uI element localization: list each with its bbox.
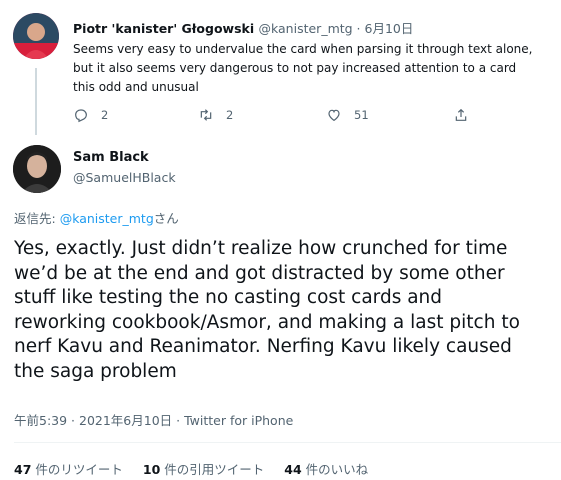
- tweet-line: reworking cookbook/Asmor, and making a l…: [14, 311, 520, 333]
- reply-context: 返信先: @kanister_mtgさん: [14, 208, 179, 227]
- prev-tweet-handle-date[interactable]: @kanister_mtg · 6月10日: [259, 21, 414, 36]
- tweet-text: Yes, exactly. Just didn’t realize how cr…: [14, 237, 554, 384]
- heart-icon: [328, 109, 340, 122]
- avatar-image: [13, 145, 61, 193]
- retweets-label: 件のリツイート: [31, 462, 123, 477]
- tweet-line: Yes, exactly. Just didn’t realize how cr…: [14, 238, 508, 259]
- avatar-image: [13, 13, 59, 59]
- prev-tweet-line: Seems very easy to undervalue the card w…: [73, 42, 533, 56]
- retweet-count: 2: [226, 108, 234, 122]
- reply-to-link[interactable]: @kanister_mtg: [60, 211, 154, 226]
- avatar[interactable]: [13, 145, 61, 193]
- tweet-timestamp[interactable]: 午前5:39 · 2021年6月10日 · Twitter for iPhone: [14, 410, 293, 429]
- quotes-count: 10: [142, 462, 161, 477]
- retweets-stat[interactable]: 47 件のリツイート: [14, 462, 123, 477]
- prev-tweet-line: this odd and unusual: [73, 80, 199, 94]
- author-handle[interactable]: @SamuelHBlack: [73, 170, 176, 185]
- share-icon: [455, 108, 467, 121]
- reply-count: 2: [101, 108, 109, 122]
- reply-icon: [75, 109, 87, 123]
- like-count: 51: [354, 108, 369, 122]
- retweet-button[interactable]: 2: [198, 107, 233, 123]
- reply-button[interactable]: 2: [73, 107, 108, 123]
- quotes-stat[interactable]: 10 件の引用ツイート: [143, 462, 264, 477]
- prev-tweet-author[interactable]: Piotr 'kanister' Głogowski @kanister_mtg…: [73, 18, 413, 37]
- prev-tweet-text: Seems very easy to undervalue the card w…: [73, 40, 553, 97]
- reply-prefix: 返信先:: [14, 211, 60, 226]
- thread-connector-line: [35, 68, 37, 135]
- like-button[interactable]: 51: [326, 107, 369, 123]
- tweet-line: the saga problem: [14, 360, 177, 382]
- share-button[interactable]: [453, 107, 481, 123]
- likes-stat[interactable]: 44 件のいいね: [284, 462, 368, 477]
- prev-tweet-name[interactable]: Piotr 'kanister' Głogowski: [73, 21, 254, 36]
- divider: [14, 442, 561, 443]
- engagement-stats: 47 件のリツイート 10 件の引用ツイート 44 件のいいね: [14, 459, 384, 478]
- prev-tweet-line: but it also seems very dangerous to not …: [73, 61, 517, 75]
- tweet-line: stuff like testing the no casting cost c…: [14, 287, 443, 308]
- likes-label: 件のいいね: [301, 462, 369, 477]
- avatar[interactable]: [13, 13, 59, 59]
- quotes-label: 件の引用ツイート: [160, 462, 265, 477]
- retweets-count: 47: [14, 462, 32, 477]
- retweet-icon: [200, 109, 212, 121]
- tweet-line: nerf Kavu and Reanimator. Nerfing Kavu l…: [14, 336, 512, 357]
- reply-suffix: さん: [153, 211, 179, 226]
- tweet-line: we’d be at the end and got distracted by…: [14, 262, 505, 284]
- likes-count: 44: [284, 462, 302, 477]
- prev-tweet-actions: 2 2 51: [73, 107, 493, 127]
- author-name[interactable]: Sam Black: [73, 150, 149, 165]
